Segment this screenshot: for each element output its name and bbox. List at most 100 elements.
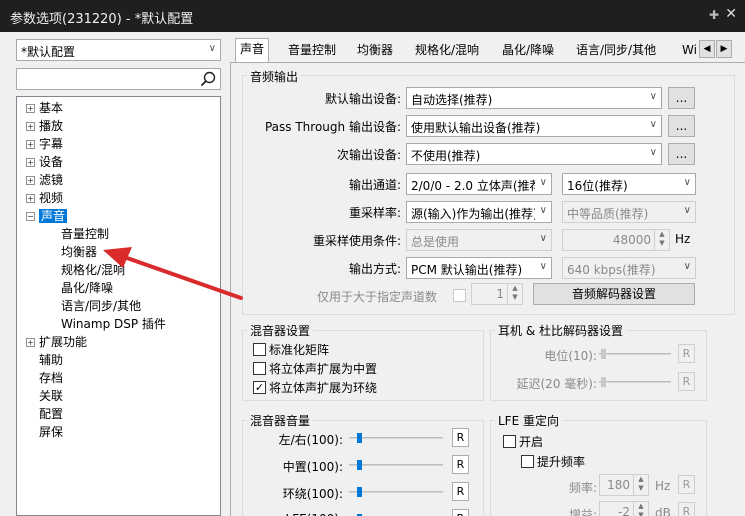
tree-item[interactable]: + 扩展功能 [26, 333, 87, 351]
tree-item[interactable]: 关联 [26, 387, 63, 405]
expand-icon[interactable]: + [26, 194, 35, 203]
tree-item[interactable]: 语言/同步/其他 [61, 297, 141, 315]
mixer-volume-label: LFE(100): [253, 512, 343, 516]
tree-item-label: 基本 [39, 101, 64, 115]
tree-item[interactable]: + 基本 [26, 99, 63, 117]
lfe-frequency-reset-button[interactable]: R [678, 475, 695, 494]
bits-select[interactable]: 16位(推荐) ∨ [562, 173, 696, 195]
tab-scroll-right-icon[interactable]: ▶ [716, 40, 732, 58]
lfe-frequency-spinner[interactable]: 180 ▲ ▼ [599, 474, 649, 496]
headphone-level-reset-button[interactable]: R [678, 344, 695, 363]
slider-thumb[interactable] [601, 349, 606, 359]
tab-scroll-left-icon[interactable]: ◀ [699, 40, 715, 58]
mixer-volume-slider[interactable] [349, 460, 443, 470]
tree-item[interactable]: + 视频 [26, 189, 63, 207]
sample-rate-spinner[interactable]: 48000 ▲ ▼ [562, 229, 670, 251]
slider-track [349, 464, 443, 466]
spinner-arrows-icon[interactable]: ▲ ▼ [633, 502, 648, 516]
headphone-level-slider[interactable] [599, 349, 671, 359]
secondary-device-more-button[interactable]: ... [668, 143, 695, 165]
mixer-volume-reset-button[interactable]: R [452, 455, 469, 474]
slider-track [349, 437, 443, 439]
secondary-device-value: 不使用(推荐) [411, 149, 481, 163]
stereo-to-surround-checkbox[interactable]: ✓ [253, 381, 266, 394]
spinner-arrows-icon[interactable]: ▲ ▼ [654, 230, 669, 250]
output-mode-select[interactable]: PCM 默认输出(推荐) ∨ [406, 257, 552, 279]
headphone-delay-slider[interactable] [599, 377, 671, 387]
mixer-volume-reset-button[interactable]: R [452, 509, 469, 516]
only-channels-checkbox[interactable] [453, 289, 466, 302]
mixer-settings-title: 混音器设置 [247, 322, 314, 339]
tree-item[interactable]: 均衡器 [61, 243, 97, 261]
expand-icon[interactable]: + [26, 158, 35, 167]
expand-icon[interactable]: + [26, 176, 35, 185]
tab[interactable]: 规格化/混响 [411, 40, 483, 62]
tree-item[interactable]: + 播放 [26, 117, 63, 135]
default-device-more-button[interactable]: ... [668, 87, 695, 109]
lfe-boost-checkbox[interactable] [521, 455, 534, 468]
quality-select[interactable]: 中等品质(推荐) ∨ [562, 201, 696, 223]
tab[interactable]: 声音 [235, 38, 270, 63]
default-device-select[interactable]: 自动选择(推荐) ∨ [406, 87, 662, 109]
stereo-to-center-checkbox[interactable] [253, 362, 266, 375]
slider-thumb[interactable] [356, 487, 362, 497]
expand-icon[interactable]: + [26, 122, 35, 131]
chevron-down-icon: ∨ [539, 177, 547, 188]
tree-item[interactable]: 辅助 [26, 351, 63, 369]
bitrate-select[interactable]: 640 kbps(推荐) ∨ [562, 257, 696, 279]
lfe-enable-checkbox[interactable] [503, 435, 516, 448]
tab[interactable]: 晶化/降噪 [498, 40, 558, 62]
search-icon[interactable] [200, 71, 216, 87]
normalize-matrix-checkbox[interactable] [253, 343, 266, 356]
tree-item[interactable]: 屏保 [26, 423, 63, 441]
mixer-volume-reset-button[interactable]: R [452, 482, 469, 501]
channel-count-spinner[interactable]: 1 ▲ ▼ [471, 283, 523, 305]
lfe-gain-reset-button[interactable]: R [678, 502, 695, 516]
tab[interactable]: 语言/同步/其他 [572, 40, 660, 62]
channel-select[interactable]: 2/0/0 - 2.0 立体声(推荐) ∨ [406, 173, 552, 195]
slider-thumb[interactable] [356, 460, 362, 470]
tree-item[interactable]: Winamp DSP 插件 [61, 315, 166, 333]
audio-decoder-settings-button[interactable]: 音频解码器设置 [533, 283, 695, 305]
slider-thumb[interactable] [601, 377, 606, 387]
headphone-level-label: 电位(10): [544, 349, 597, 363]
profile-select[interactable]: *默认配置 ∨ [16, 39, 221, 61]
pin-icon[interactable]: ✚ [709, 8, 719, 22]
collapse-icon[interactable]: − [26, 212, 35, 221]
mixer-volume-slider[interactable] [349, 433, 443, 443]
mixer-volume-slider[interactable] [349, 487, 443, 497]
channel-value: 2/0/0 - 2.0 立体声(推荐) [411, 179, 535, 193]
headphone-delay-reset-button[interactable]: R [678, 372, 695, 391]
mixer-volume-reset-button[interactable]: R [452, 428, 469, 447]
spinner-arrows-icon[interactable]: ▲ ▼ [507, 284, 522, 304]
tree-item[interactable]: + 字幕 [26, 135, 63, 153]
slider-thumb[interactable] [356, 433, 362, 443]
tab[interactable]: Wi [678, 40, 701, 62]
spinner-arrows-icon[interactable]: ▲ ▼ [633, 475, 648, 495]
secondary-device-select[interactable]: 不使用(推荐) ∨ [406, 143, 662, 165]
expand-icon[interactable]: + [26, 104, 35, 113]
search-input[interactable] [16, 68, 221, 90]
expand-icon[interactable]: + [26, 338, 35, 347]
tree-item[interactable]: 配置 [26, 405, 63, 423]
tree-item[interactable]: + 滤镜 [26, 171, 63, 189]
tab[interactable]: 均衡器 [353, 40, 397, 62]
tree-item[interactable]: 晶化/降噪 [61, 279, 113, 297]
tree-item[interactable]: 规格化/混响 [61, 261, 125, 279]
chevron-down-icon: ∨ [649, 119, 657, 130]
lfe-gain-spinner[interactable]: -2 ▲ ▼ [599, 501, 649, 516]
resample-select[interactable]: 源(输入)作为输出(推荐) ∨ [406, 201, 552, 223]
slider-track [349, 491, 443, 493]
tree-item[interactable]: + 设备 [26, 153, 63, 171]
tree-item[interactable]: 音量控制 [61, 225, 109, 243]
lfe-frequency-unit: Hz [655, 479, 671, 493]
tab[interactable]: 音量控制 [284, 40, 340, 62]
tree-item[interactable]: − 声音 [26, 207, 68, 225]
expand-icon[interactable]: + [26, 140, 35, 149]
resample-condition-select[interactable]: 总是使用 ∨ [406, 229, 552, 251]
passthrough-select[interactable]: 使用默认输出设备(推荐) ∨ [406, 115, 662, 137]
close-icon[interactable]: ✕ [725, 6, 737, 22]
passthrough-more-button[interactable]: ... [668, 115, 695, 137]
tree-item[interactable]: 存档 [26, 369, 63, 387]
chevron-down-icon: ∨ [539, 205, 547, 216]
